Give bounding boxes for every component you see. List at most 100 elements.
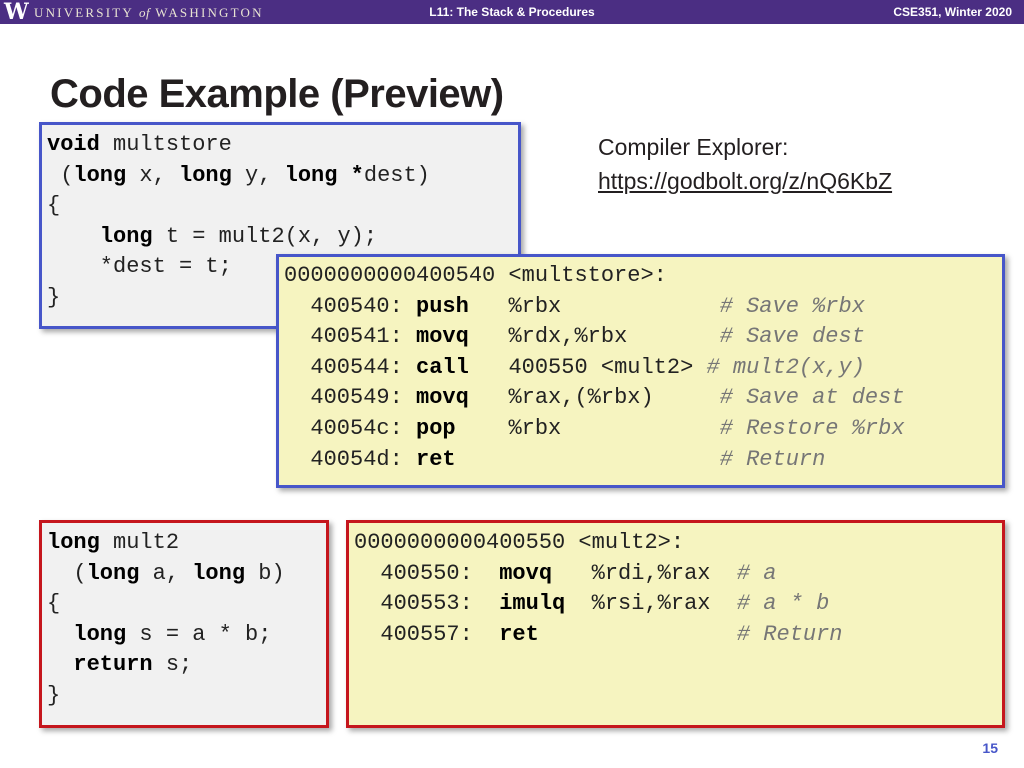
code-comment: # mult2(x,y)	[706, 354, 865, 380]
code-text: s = a * b;	[126, 621, 272, 647]
code-line: void multstore	[47, 132, 232, 157]
code-text: a,	[139, 560, 193, 586]
code-text: multstore	[99, 132, 232, 157]
code-line: long s = a * b;	[47, 622, 271, 647]
code-text: s;	[152, 652, 193, 678]
code-keyword: movq	[416, 385, 469, 411]
code-text: }	[47, 682, 61, 708]
code-line: 400553: imulq %rsi,%rax # a * b	[354, 591, 829, 616]
code-keyword: return	[73, 652, 153, 678]
code-keyword: ret	[416, 446, 456, 472]
code-keyword: long	[73, 162, 127, 188]
code-text: 400549:	[284, 385, 417, 411]
code-keyword: void	[47, 132, 100, 157]
code-text: 40054c:	[284, 415, 417, 441]
code-line: 400549: movq %rax,(%rbx) # Save at dest	[284, 385, 905, 411]
code-keyword: long	[86, 560, 140, 586]
code-text: (	[47, 560, 87, 586]
code-keyword: long	[73, 621, 127, 647]
code-text: %rsi,%rax	[565, 591, 737, 617]
code-text: %rbx	[468, 293, 720, 319]
code-line: 400541: movq %rdx,%rbx # Save dest	[284, 324, 865, 349]
code-text: %rbx	[455, 415, 720, 441]
code-comment: # Return	[719, 446, 826, 472]
code-text: {	[47, 193, 61, 219]
code-text: 400557:	[354, 621, 500, 647]
code-text: 0000000000400540 <multstore>:	[284, 263, 667, 288]
course-name: CSE351, Winter 2020	[893, 5, 1012, 19]
code-keyword: long	[99, 223, 153, 249]
mult2-c-code-box: long mult2 (long a, long b) { long s = a…	[39, 520, 329, 728]
code-comment: # Restore %rbx	[719, 415, 905, 441]
code-keyword: long	[179, 162, 232, 188]
code-text: 400540:	[284, 293, 417, 319]
code-text: %rax,(%rbx)	[468, 385, 720, 411]
multstore-asm-box: 0000000000400540 <multstore>: 400540: pu…	[276, 254, 1005, 488]
compiler-explorer-label: Compiler Explorer:	[598, 134, 789, 160]
code-keyword: imulq	[499, 591, 566, 617]
code-line: }	[47, 683, 60, 708]
code-text: 400550:	[354, 560, 500, 586]
code-line: *dest = t;	[47, 254, 232, 279]
code-text: mult2	[99, 530, 180, 555]
code-line: (long x, long y, long *dest)	[47, 163, 430, 188]
code-text: 400550 <mult2>	[468, 354, 707, 380]
code-line: return s;	[47, 652, 192, 677]
code-line: 400540: push %rbx # Save %rbx	[284, 294, 865, 319]
multstore-asm-code: 0000000000400540 <multstore>: 400540: pu…	[284, 261, 1002, 475]
code-text: (	[47, 162, 74, 188]
code-line: 400550: movq %rdi,%rax # a	[354, 560, 777, 586]
code-text: b)	[245, 560, 285, 586]
code-line: {	[47, 591, 60, 616]
code-text: 400553:	[354, 591, 500, 617]
code-comment: # Save %rbx	[719, 293, 865, 319]
code-text: 400544:	[284, 354, 417, 380]
code-text: }	[47, 284, 61, 310]
code-line: {	[47, 193, 60, 218]
code-keyword: long	[192, 560, 246, 586]
compiler-explorer-info: Compiler Explorer: https://godbolt.org/z…	[598, 130, 892, 198]
mult2-asm-code: 0000000000400550 <mult2>: 400550: movq %…	[354, 528, 1002, 650]
code-line: }	[47, 285, 60, 310]
code-text: 0000000000400550 <mult2>:	[354, 530, 685, 555]
code-line: 0000000000400540 <multstore>:	[284, 263, 667, 288]
code-text: *dest = t;	[47, 254, 232, 280]
code-text: x,	[126, 162, 180, 188]
code-text: y,	[231, 162, 285, 188]
code-text: 400541:	[284, 324, 417, 350]
code-text: %rdx,%rbx	[468, 324, 720, 350]
code-comment: # a * b	[736, 591, 830, 617]
code-text: t = mult2(x, y);	[152, 223, 378, 249]
code-text: dest)	[363, 162, 430, 188]
page-number: 15	[982, 740, 998, 756]
compiler-explorer-link[interactable]: https://godbolt.org/z/nQ6KbZ	[598, 168, 892, 194]
header-banner: W UNIVERSITY of WASHINGTON L11: The Stac…	[0, 0, 1024, 25]
code-keyword: long	[284, 162, 338, 188]
code-line: 40054c: pop %rbx # Restore %rbx	[284, 415, 905, 441]
code-comment: # a	[736, 560, 777, 586]
code-keyword: *	[350, 162, 364, 188]
code-keyword: ret	[499, 621, 539, 647]
code-comment: # Return	[736, 621, 843, 647]
code-text: %rdi,%rax	[552, 560, 737, 586]
mult2-asm-box: 0000000000400550 <mult2>: 400550: movq %…	[346, 520, 1005, 728]
code-comment: # Save at dest	[719, 385, 905, 411]
code-keyword: call	[416, 354, 469, 380]
code-text: 40054d:	[284, 446, 417, 472]
code-line: 400557: ret # Return	[354, 621, 843, 647]
code-keyword: movq	[416, 324, 469, 350]
code-line: long mult2	[47, 530, 179, 555]
code-line: 400544: call 400550 <mult2> # mult2(x,y)	[284, 355, 865, 380]
code-line: 40054d: ret # Return	[284, 447, 825, 472]
code-keyword: long	[47, 530, 100, 555]
code-comment: # Save dest	[719, 324, 865, 350]
code-keyword: movq	[499, 560, 553, 586]
code-keyword: pop	[416, 415, 456, 441]
code-text: {	[47, 591, 61, 617]
